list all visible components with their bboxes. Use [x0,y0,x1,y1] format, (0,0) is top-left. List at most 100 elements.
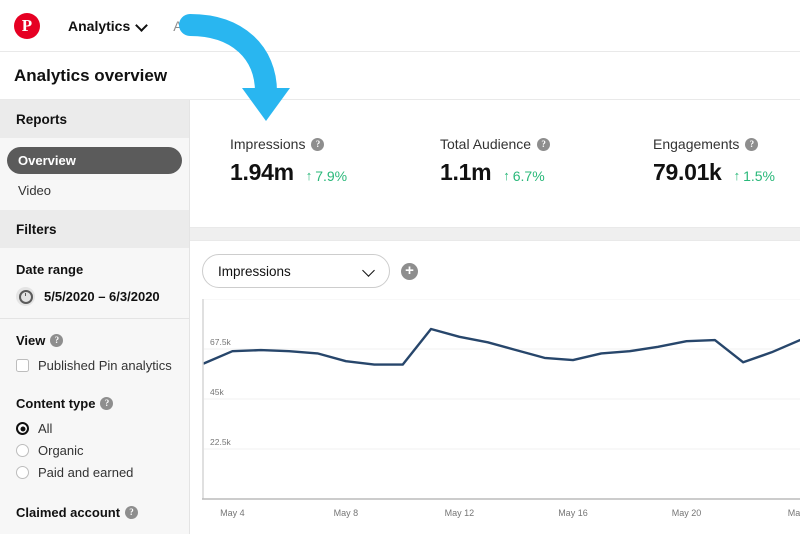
help-circle-icon[interactable]: ? [745,137,759,151]
metric-engagements-values: 79.01k ↑ 1.5% [653,159,775,186]
x-tick-label: May 8 [334,508,359,518]
clock-icon [16,287,35,306]
nav-item-analytics[interactable]: Analytics [68,18,147,34]
pinterest-logo-icon[interactable]: P [14,12,40,39]
metric-impressions-values: 1.94m ↑ 7.9% [230,159,347,186]
radio-icon[interactable] [16,466,29,479]
x-tick-label: May 12 [445,508,475,518]
radio-icon[interactable] [16,444,29,457]
chart-card: Impressions + 90k67.5k45k22.5k May 4May [190,240,800,534]
view-label: View [16,333,46,348]
radio-content-type-paid-and-earned[interactable]: Paid and earned [16,465,173,480]
metric-impressions: Impressions ? 1.94m ↑ 7.9% [230,136,347,186]
sidebar-section-filters: Filters [0,210,189,248]
chevron-down-icon [136,20,147,31]
metrics-summary-card: Impressions ? 1.94m ↑ 7.9% Total Audienc… [190,100,800,228]
claimed-account-label-row: Claimed account ? [16,505,173,520]
page-title-bar: Analytics overview [0,52,800,100]
x-tick-label: May 20 [672,508,702,518]
metric-total-audience: Total Audience ? 1.1m ↑ 6.7% [440,136,551,186]
radio-content-type-all[interactable]: All [16,421,173,436]
metric-engagements-label: Engagements [653,136,740,152]
x-tick-label: May 4 [220,508,245,518]
help-circle-icon[interactable]: ? [537,137,551,151]
pinterest-analytics-page: P Analytics Ads Analytics overview Repor… [0,0,800,534]
help-circle-icon[interactable]: ? [100,397,114,410]
help-circle-icon[interactable]: ? [125,506,139,519]
radio-content-type-organic[interactable]: Organic [16,443,173,458]
view-label-row: View ? [16,333,173,348]
help-circle-icon[interactable]: ? [311,137,325,151]
checkbox-published-pin-analytics[interactable]: Published Pin analytics [16,358,173,373]
chart-controls: Impressions + [190,241,800,288]
top-navigation-bar: P Analytics Ads [0,0,800,52]
metric-total-audience-delta-value: 6.7% [512,167,545,184]
chart-y-axis-ticks: 90k67.5k45k22.5k [210,337,232,447]
metric-engagements-value: 79.01k [653,159,722,185]
metric-engagements-head: Engagements ? [653,136,775,152]
metric-total-audience-value: 1.1m [440,159,492,185]
metric-total-audience-head: Total Audience ? [440,136,551,152]
metric-total-audience-values: 1.1m ↑ 6.7% [440,159,550,186]
date-range-value: 5/5/2020 – 6/3/2020 [44,289,160,304]
metric-total-audience-label: Total Audience [440,136,532,152]
metric-engagements-delta-value: 1.5% [743,167,775,184]
sidebar: Reports Overview Video Filters Date rang… [0,100,190,534]
page-title: Analytics overview [14,65,168,85]
sidebar-item-overview-label: Overview [18,153,76,168]
line-chart-svg: 90k67.5k45k22.5k May 4May 8May 12May 16M… [202,299,800,518]
sidebar-filters-label: Filters [16,221,57,237]
sidebar-reports-label: Reports [16,111,68,127]
y-tick-label: 22.5k [210,437,232,447]
content-type-label-row: Content type ? [16,396,173,411]
nav-item-ads[interactable]: Ads [173,18,214,34]
checkbox-icon[interactable] [16,359,29,372]
main-content: Impressions ? 1.94m ↑ 7.9% Total Audienc… [190,100,800,534]
claimed-account-label: Claimed account [16,505,121,520]
filter-claimed-account: Claimed account ? [0,499,189,532]
arrow-up-icon: ↑ [305,168,313,183]
x-tick-label: May 16 [558,508,588,518]
chart-series-group [202,327,800,366]
metric-engagements: Engagements ? 79.01k ↑ 1.5% [653,136,775,186]
metric-select-value: Impressions [218,263,291,279]
arrow-up-icon: ↑ [503,168,510,183]
nav-analytics-label: Analytics [68,17,131,34]
series-impressions-line [202,327,800,366]
date-range-label-row: Date range [16,262,173,277]
metric-impressions-head: Impressions ? [230,136,347,152]
metric-impressions-delta-value: 7.9% [315,167,348,184]
sidebar-item-video[interactable]: Video [7,180,182,200]
chart-gridlines [204,299,800,450]
metric-select[interactable]: Impressions [202,254,390,288]
radio-content-type-paid-and-earned-label: Paid and earned [38,465,134,480]
sidebar-item-video-label: Video [18,182,52,198]
chevron-down-icon [203,20,214,31]
content-type-label: Content type [16,396,96,411]
date-range-picker[interactable]: 5/5/2020 – 6/3/2020 [16,287,173,306]
radio-content-type-all-label: All [38,421,53,436]
metric-impressions-value: 1.94m [230,159,294,185]
help-circle-icon[interactable]: ? [50,334,64,347]
radio-icon-selected[interactable] [16,422,29,435]
chevron-down-icon [364,266,375,277]
add-metric-button[interactable]: + [401,262,418,280]
x-tick-label: May 2 [788,508,800,518]
checkbox-published-pin-analytics-label: Published Pin analytics [38,358,172,373]
metric-total-audience-delta: ↑ 6.7% [503,168,544,184]
y-tick-label: 67.5k [210,337,232,347]
sidebar-section-reports: Reports [0,100,189,138]
filter-content-type: Content type ? All Organic Paid and earn… [0,392,189,499]
date-range-label: Date range [16,262,84,277]
nav-ads-label: Ads [173,17,198,34]
metric-impressions-label: Impressions [230,136,306,152]
filter-view: View ? Published Pin analytics [0,318,189,392]
y-tick-label: 45k [210,387,224,397]
metric-impressions-delta: ↑ 7.9% [306,168,347,184]
line-chart: 90k67.5k45k22.5k May 4May 8May 12May 16M… [202,299,800,534]
metric-engagements-delta: ↑ 1.5% [734,168,775,184]
filter-date-range: Date range 5/5/2020 – 6/3/2020 [0,248,189,318]
chart-x-axis-labels: May 4 May 8 May 12 May 16 May 20 May 2 [220,508,800,518]
sidebar-item-overview[interactable]: Overview [7,147,182,174]
radio-content-type-organic-label: Organic [38,443,84,458]
